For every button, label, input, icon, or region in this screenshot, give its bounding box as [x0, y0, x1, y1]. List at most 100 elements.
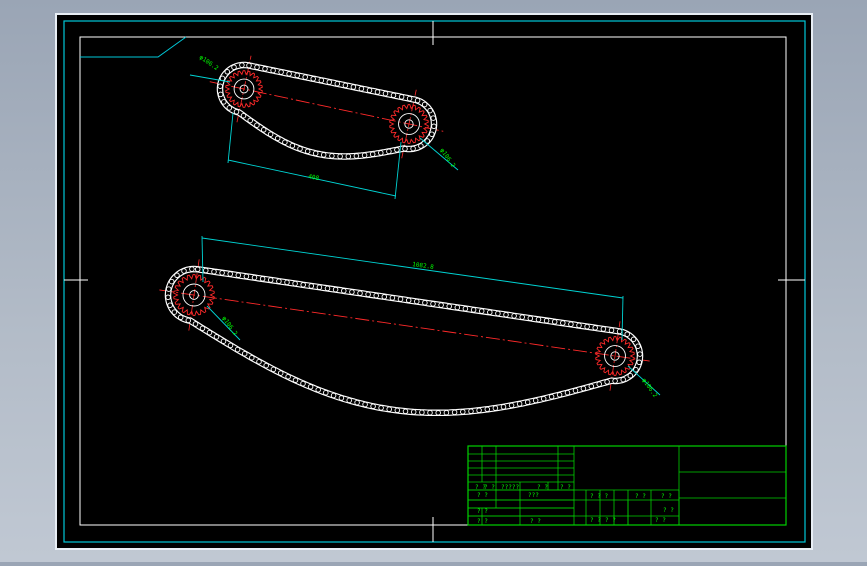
chain-roller: [374, 89, 381, 95]
chain-roller: [462, 305, 469, 312]
chain-roller: [366, 87, 373, 94]
title-cell: ? ?: [590, 517, 601, 524]
chain-roller: [386, 406, 392, 412]
chain-roller: [282, 139, 288, 145]
chain-roller: [543, 317, 550, 324]
chain-roller: [338, 395, 345, 401]
chain-roller: [476, 407, 482, 414]
chain-roller: [194, 266, 201, 273]
chain-roller: [446, 303, 452, 310]
chain-roller: [637, 351, 643, 357]
chain-roller: [503, 311, 509, 318]
chain-roller: [612, 378, 618, 384]
chain-roller: [262, 66, 268, 72]
chain-roller: [378, 405, 384, 411]
chain-roller: [292, 280, 298, 287]
chain-roller: [410, 409, 417, 415]
chain-roller: [171, 309, 178, 315]
chain-roller: [254, 64, 260, 70]
title-cell: ? ?: [477, 492, 488, 499]
chain-roller: [572, 387, 579, 394]
chain-roller: [243, 273, 250, 280]
chain-roller: [294, 72, 300, 79]
chain-roller: [315, 387, 321, 393]
chain-roller: [540, 395, 547, 402]
chain-roller: [219, 270, 225, 276]
chain-roller: [361, 152, 368, 158]
title-cell: ? ?: [484, 484, 495, 491]
chain-roller: [226, 105, 233, 111]
chain-roller: [247, 117, 253, 124]
chain-roller: [560, 320, 566, 326]
chain-roller: [213, 334, 220, 340]
chain-roller: [324, 285, 331, 292]
chain-roller: [334, 80, 341, 87]
chain-roller: [470, 307, 477, 313]
chain-roller: [532, 397, 539, 404]
chain-roller: [211, 268, 217, 275]
chain-roller: [277, 370, 284, 376]
chain-roller: [312, 150, 319, 157]
chain-roller: [345, 153, 352, 160]
chain-roller: [260, 127, 267, 133]
chain-roller: [341, 288, 347, 294]
chain-roller: [206, 329, 213, 336]
chain-roller: [616, 328, 623, 335]
chain-roller: [508, 402, 515, 409]
chain-roller: [394, 407, 401, 414]
chain-roller: [274, 135, 281, 142]
chain-roller: [427, 409, 433, 416]
chain-roller: [600, 326, 607, 332]
chain-roller: [548, 393, 555, 400]
chain-roller: [337, 153, 343, 160]
chain-roller: [323, 389, 329, 396]
chain-roller: [511, 313, 517, 319]
chain-roller: [329, 153, 335, 159]
title-cell: ? ?: [663, 507, 674, 514]
chain-roller: [397, 296, 404, 302]
chain-roller: [390, 92, 397, 99]
chain-roller: [635, 343, 641, 349]
chain-roller: [365, 291, 371, 298]
chain-roller: [624, 331, 630, 337]
cad-viewport[interactable]: φ106.2 φ106.2 408 φ106.2 φ106.2 1082.8 ?…: [0, 0, 867, 562]
title-cell: ? ?: [560, 484, 571, 491]
chain-roller: [564, 389, 571, 396]
chain-roller: [267, 277, 274, 283]
chain-roller: [302, 74, 308, 80]
chain-roller: [284, 279, 290, 286]
chain-roller: [292, 377, 299, 383]
chain-roller: [604, 379, 610, 385]
chain-roller: [369, 151, 376, 157]
chain-roller: [406, 95, 413, 102]
chain-roller: [241, 350, 248, 357]
chain-roller: [304, 148, 311, 155]
chain-roller: [307, 384, 314, 390]
chain-roller: [620, 376, 626, 383]
title-cell: ???: [528, 492, 539, 499]
chain-roller: [398, 94, 405, 100]
chain-roller: [429, 131, 435, 137]
chain-roller: [353, 153, 360, 159]
chain-roller: [373, 292, 379, 299]
chain-roller: [414, 97, 421, 104]
chain-roller: [227, 271, 233, 277]
chain-roller: [410, 145, 416, 152]
title-cell: ? ?: [655, 517, 666, 524]
chain-roller: [318, 77, 325, 84]
chain-roller: [181, 268, 187, 274]
chain-roller: [527, 315, 534, 322]
chain-roller: [185, 317, 192, 324]
chain-roller: [330, 392, 337, 399]
chain-roller: [267, 131, 274, 137]
chain-roller: [346, 397, 352, 404]
chain-roller: [584, 323, 590, 330]
chain-roller: [495, 310, 501, 317]
chain-roller: [221, 99, 227, 105]
chain-roller: [189, 266, 195, 272]
chain-roller: [580, 385, 587, 392]
chain-roller: [430, 301, 436, 307]
chain-roller: [568, 321, 574, 327]
chain-roller: [468, 408, 474, 414]
title-cell: ? ?: [661, 493, 672, 500]
